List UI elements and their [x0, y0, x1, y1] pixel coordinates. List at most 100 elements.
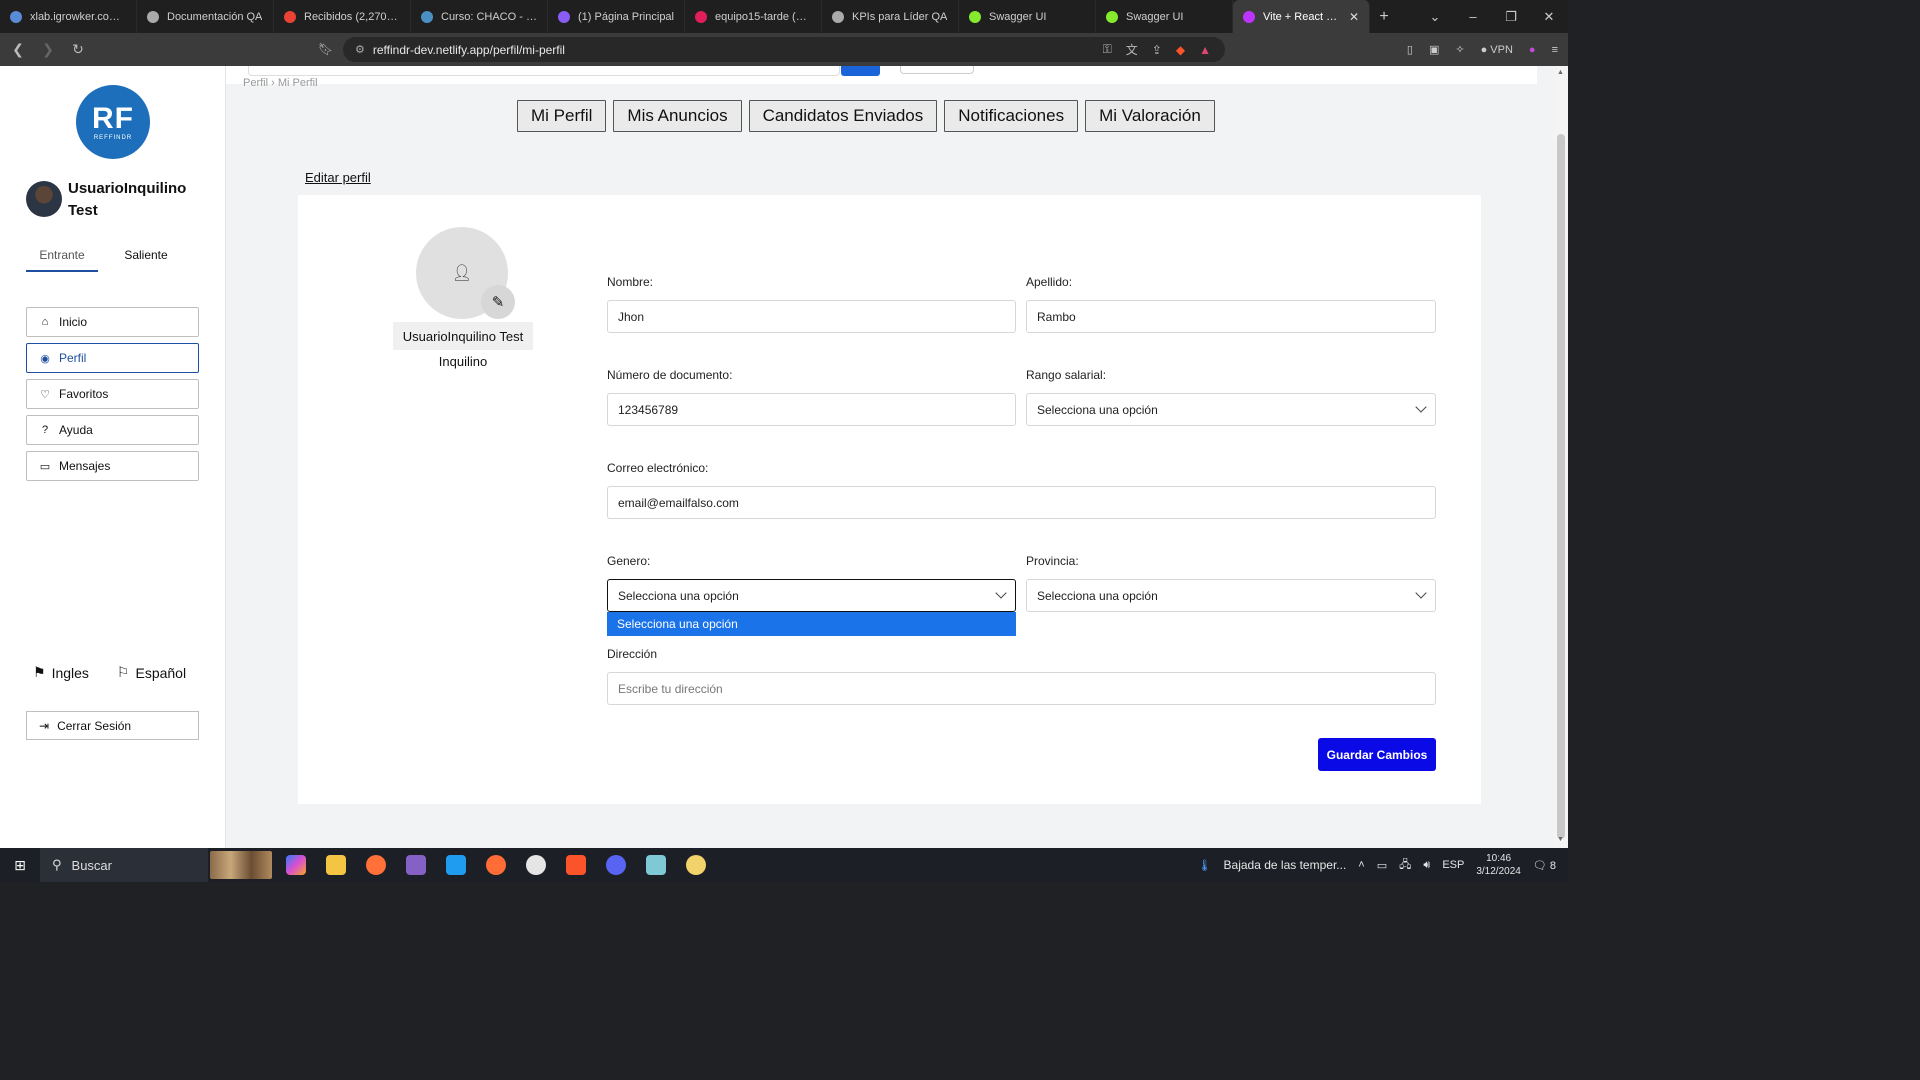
tab-search-icon[interactable]: ⌄: [1416, 9, 1454, 25]
email-field[interactable]: email@emailfalso.com: [607, 486, 1436, 519]
search-highlight-image[interactable]: [210, 851, 272, 879]
back-icon[interactable]: ❮: [6, 41, 30, 58]
tab-candidatos-enviados[interactable]: Candidatos Enviados: [748, 100, 938, 132]
close-window-icon[interactable]: ✕: [1530, 9, 1568, 25]
profile-form-card: 👤︎ ✎ UsuarioInquilino Test Inquilino Nom…: [298, 195, 1481, 804]
scrollbar-thumb[interactable]: [1557, 134, 1565, 839]
sidebar-toggle-icon[interactable]: ▯: [1407, 43, 1413, 56]
tab-title: (1) Página Principal: [578, 10, 674, 23]
browser-tab[interactable]: Swagger UI: [1096, 0, 1233, 33]
logout-button[interactable]: ⇥ Cerrar Sesión: [26, 711, 199, 740]
wallet-icon[interactable]: ▣: [1429, 43, 1439, 56]
share-icon[interactable]: ⇪: [1152, 43, 1162, 57]
weather-text[interactable]: Bajada de las temper...: [1224, 858, 1347, 872]
tab-title: Recibidos (2,270) - tim: [304, 10, 400, 23]
sidebar-item-perfil[interactable]: ◉ Perfil: [26, 343, 199, 373]
sidebar-item-ayuda[interactable]: ? Ayuda: [26, 415, 199, 445]
edit-photo-button[interactable]: ✎: [481, 285, 515, 319]
bookmark-icon[interactable]: 🔖︎: [318, 42, 333, 56]
leo-ai-icon[interactable]: ✧: [1455, 43, 1464, 56]
sidebar-item-mensajes[interactable]: ▭ Mensajes: [26, 451, 199, 481]
rango-salarial-select[interactable]: Selecciona una opción: [1026, 393, 1436, 426]
network-icon[interactable]: 🖧︎: [1399, 856, 1411, 875]
search-button[interactable]: [841, 66, 880, 76]
tab-mi-perfil[interactable]: Mi Perfil: [517, 100, 607, 132]
forward-icon[interactable]: ❯: [36, 41, 60, 58]
tab-notificaciones[interactable]: Notificaciones: [944, 100, 1079, 132]
tab-mis-anuncios[interactable]: Mis Anuncios: [613, 100, 742, 132]
inbox-tabs: Entrante Saliente: [26, 242, 196, 272]
lang-ingles-button[interactable]: ⚑ Ingles: [33, 664, 89, 681]
browser-tab[interactable]: equipo15-tarde (Cana: [685, 0, 822, 33]
copilot-icon[interactable]: [286, 855, 306, 875]
browser-tab[interactable]: (1) Página Principal: [548, 0, 685, 33]
input-language[interactable]: ESP: [1442, 859, 1464, 871]
scroll-down-icon[interactable]: ▼: [1557, 836, 1564, 843]
browser-tab[interactable]: Curso: CHACO - Perfil: [411, 0, 548, 33]
save-changes-button[interactable]: Guardar Cambios: [1318, 738, 1436, 771]
translate-icon[interactable]: 文: [1126, 41, 1138, 58]
scroll-up-icon[interactable]: ▲: [1557, 69, 1564, 76]
vscode-icon[interactable]: [446, 855, 466, 875]
breadcrumb[interactable]: Perfil › Mi Perfil: [243, 76, 318, 87]
search-input[interactable]: [248, 66, 840, 76]
notepad-icon[interactable]: [646, 855, 666, 875]
app-logo[interactable]: RF REFFINDR: [76, 85, 150, 159]
brave-shield-icon[interactable]: ◆: [1176, 43, 1185, 57]
tray-chevron-up-icon[interactable]: ˄: [1358, 859, 1364, 871]
url-text[interactable]: reffindr-dev.netlify.app/perfil/mi-perfi…: [373, 43, 565, 57]
discord-icon[interactable]: [606, 855, 626, 875]
menu-icon[interactable]: ≡: [1552, 44, 1558, 56]
volume-icon[interactable]: 🔊︎: [1423, 859, 1430, 872]
browser-tab[interactable]: Swagger UI: [959, 0, 1096, 33]
brave-rewards-icon[interactable]: ▲: [1199, 43, 1211, 57]
taskbar: ⊞ ⚲ Buscar 🌡︎ Bajada de las temper... ˄ …: [0, 848, 1568, 882]
visual-studio-icon[interactable]: [406, 855, 426, 875]
sidebar-item-inicio[interactable]: ⌂ Inicio: [26, 307, 199, 337]
brave-browser-icon[interactable]: [566, 855, 586, 875]
postman-icon[interactable]: [486, 855, 506, 875]
taskbar-search[interactable]: ⚲ Buscar: [40, 848, 208, 882]
new-tab-icon[interactable]: +: [1370, 8, 1398, 26]
firefox-icon[interactable]: [366, 855, 386, 875]
browser-tab[interactable]: xlab.igrowker.com/pro: [0, 0, 137, 33]
edit-profile-link[interactable]: Editar perfil: [305, 170, 371, 185]
site-info-icon[interactable]: ⚙: [355, 43, 365, 56]
browser-tab[interactable]: Recibidos (2,270) - tim: [274, 0, 411, 33]
genero-dropdown-option[interactable]: Selecciona una opción: [607, 612, 1016, 636]
tab-entrante[interactable]: Entrante: [26, 242, 98, 272]
thermometer-icon[interactable]: 🌡︎: [1198, 859, 1212, 872]
restore-icon[interactable]: ❐: [1492, 9, 1530, 25]
documento-field[interactable]: 123456789: [607, 393, 1016, 426]
profile-icon[interactable]: ●: [1529, 44, 1536, 56]
clock[interactable]: 10:46 3/12/2024: [1476, 852, 1521, 878]
notifications-icon[interactable]: 🗨︎ 8: [1533, 859, 1556, 872]
apellido-field[interactable]: Rambo: [1026, 300, 1436, 333]
genero-select[interactable]: Selecciona una opción: [607, 579, 1016, 612]
lang-espanol-button[interactable]: ⚐ Español: [117, 664, 186, 681]
browser-tab[interactable]: Documentación QA: [137, 0, 274, 33]
meet-icon[interactable]: ▭: [1377, 859, 1387, 872]
tab-saliente[interactable]: Saliente: [110, 242, 182, 272]
paint-icon[interactable]: [686, 855, 706, 875]
browser-tab-active[interactable]: Vite + React + TS ✕: [1233, 0, 1370, 33]
provincia-select[interactable]: Selecciona una opción: [1026, 579, 1436, 612]
reload-icon[interactable]: ↻: [66, 41, 90, 58]
windows-start-icon[interactable]: ⊞: [0, 857, 40, 874]
page-scrollbar[interactable]: ▲ ▼: [1554, 66, 1568, 848]
nombre-field[interactable]: Jhon: [607, 300, 1016, 333]
direccion-field[interactable]: Escribe tu dirección: [607, 672, 1436, 705]
address-bar[interactable]: ⚙ reffindr-dev.netlify.app/perfil/mi-per…: [343, 37, 1225, 62]
tab-favicon-icon: [284, 10, 296, 23]
browser-tab[interactable]: KPIs para Líder QA: [822, 0, 959, 33]
vpn-button[interactable]: ● VPN: [1481, 44, 1513, 56]
file-explorer-icon[interactable]: [326, 855, 346, 875]
tab-mi-valoracion[interactable]: Mi Valoración: [1085, 100, 1215, 132]
cypress-icon[interactable]: [526, 855, 546, 875]
header-button[interactable]: [900, 66, 974, 74]
close-tab-icon[interactable]: ✕: [1349, 10, 1359, 24]
key-icon[interactable]: ⚿: [1103, 42, 1112, 57]
minimize-icon[interactable]: –: [1454, 9, 1492, 24]
sidebar-item-favoritos[interactable]: ♡ Favoritos: [26, 379, 199, 409]
sidebar-item-label: Favoritos: [59, 387, 109, 401]
